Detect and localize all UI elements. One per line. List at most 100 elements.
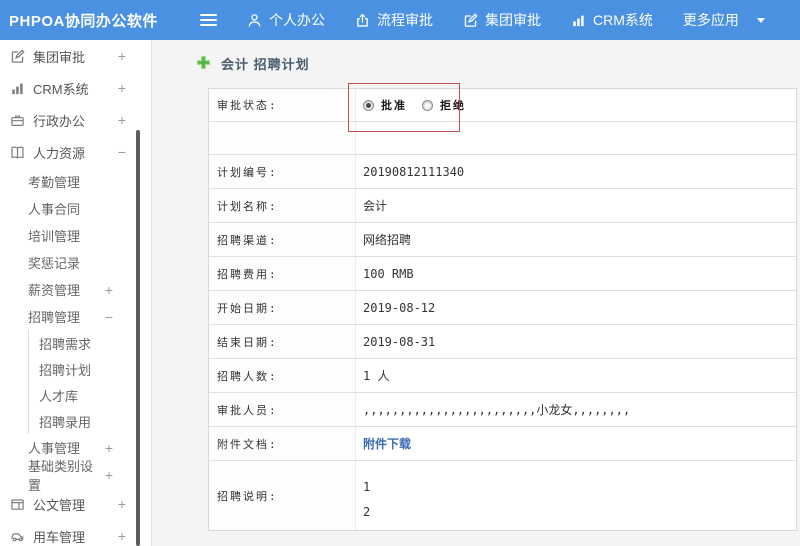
sidebar-item-label: 招聘需求 <box>39 336 92 352</box>
sidebar-item-recruit-demand[interactable]: 招聘需求 <box>28 330 151 356</box>
sidebar-item-group-approval[interactable]: 集团审批 + <box>0 40 151 72</box>
sidebar-item-reward-punishment[interactable]: 奖惩记录 <box>0 249 151 276</box>
flow-icon <box>355 13 370 28</box>
expand-icon: + <box>117 528 126 544</box>
empty-label-cell <box>209 122 356 154</box>
edit-icon <box>10 48 25 64</box>
nav-item-label: 流程审批 <box>377 12 433 28</box>
edit-icon <box>463 12 478 28</box>
caret-down-icon <box>756 17 765 23</box>
nav-item-group-approval[interactable]: 集团审批 <box>463 10 541 30</box>
field-value-recruit-channel: 网络招聘 <box>363 233 412 247</box>
main-nav: 个人办公 流程审批 集团审批 CRM系统 更多应用 <box>217 10 765 30</box>
sidebar-item-label: 薪资管理 <box>28 283 81 298</box>
sidebar-item-label: 人才库 <box>39 388 79 404</box>
page-title-text: 会计 招聘计划 <box>221 57 310 72</box>
sidebar-scrollbar[interactable] <box>136 130 140 546</box>
radio-reject-label: 拒绝 <box>440 99 466 112</box>
field-value-attachment: 附件下载 <box>356 427 796 460</box>
nav-item-crm-system[interactable]: CRM系统 <box>571 10 653 30</box>
book-icon <box>10 145 25 160</box>
doc-icon <box>10 497 25 512</box>
sidebar-item-recruit-mgmt[interactable]: 招聘管理 − <box>0 303 151 330</box>
sidebar-item-vehicle-mgmt[interactable]: 用车管理 + <box>0 520 151 546</box>
page-title: 会计 招聘计划 <box>196 54 310 73</box>
sidebar-item-label: 公文管理 <box>33 497 86 513</box>
radio-approve[interactable] <box>363 99 374 111</box>
field-value-start-date: 2019-08-12 <box>363 300 436 315</box>
field-row-approvers: 审批人员: ,,,,,,,,,,,,,,,,,,,,,,,,小龙女,,,,,,,, <box>209 393 796 427</box>
field-row-attachment: 附件文档: 附件下载 <box>209 427 796 461</box>
approval-status-value: 批准 拒绝 <box>356 89 796 121</box>
app-logo[interactable]: PHPOA协同办公软件 <box>0 10 192 31</box>
sidebar-item-label: 招聘录用 <box>39 414 92 430</box>
field-value-plan-no: 20190812111340 <box>363 164 465 179</box>
sidebar-item-label: 考勤管理 <box>28 175 81 190</box>
sidebar-item-talent-pool[interactable]: 人才库 <box>28 382 151 408</box>
radio-reject[interactable] <box>422 99 433 111</box>
attachment-download-link[interactable]: 附件下载 <box>363 435 411 452</box>
approval-button-row: 审批信息 <box>209 122 796 155</box>
expand-icon: + <box>117 80 126 96</box>
sidebar: 集团审批 + CRM系统 + 行政办公 + 人力资源 − 考勤管理 人事合同 培训管理 奖惩记录 薪资管… <box>0 40 152 546</box>
field-label-recruit-channel: 招聘渠道: <box>209 223 356 256</box>
sidebar-item-label: 用车管理 <box>33 529 86 545</box>
chart-icon <box>571 13 586 28</box>
field-row-recruit-channel: 招聘渠道: 网络招聘 <box>209 223 796 257</box>
sidebar-item-base-category-settings[interactable]: 基础类别设置 + <box>0 459 151 493</box>
sidebar-item-attendance-mgmt[interactable]: 考勤管理 <box>0 168 151 195</box>
sidebar-item-salary-mgmt[interactable]: 薪资管理 + <box>0 276 151 303</box>
sidebar-item-label: 基础类别设置 <box>28 458 94 493</box>
nav-item-label: 个人办公 <box>269 12 325 28</box>
top-navbar: PHPOA协同办公软件 个人办公 流程审批 集团审批 CRM系统 更多应用 <box>0 0 800 40</box>
collapse-icon: − <box>117 144 126 160</box>
sidebar-item-recruit-plan[interactable]: 招聘计划 <box>28 356 151 382</box>
field-value-recruit-desc: 1 2 <box>363 480 371 519</box>
field-label-recruit-desc: 招聘说明: <box>209 461 356 530</box>
expand-icon: + <box>117 496 126 512</box>
sidebar-item-label: 招聘计划 <box>39 362 92 378</box>
field-rows: 计划编号: 20190812111340 计划名称: 会计 招聘渠道: 网络招聘 招聘费用:… <box>209 155 796 530</box>
sidebar-item-label: 集团审批 <box>33 49 86 65</box>
sidebar-item-label: 招聘管理 <box>28 310 81 325</box>
field-value-end-date: 2019-08-31 <box>363 334 436 349</box>
field-row-plan-no: 计划编号: 20190812111340 <box>209 155 796 189</box>
sidebar-item-human-resources[interactable]: 人力资源 − <box>0 136 151 168</box>
nav-item-personal-office[interactable]: 个人办公 <box>247 10 325 30</box>
approval-button-cell: 审批信息 <box>356 122 796 154</box>
sidebar-item-training-mgmt[interactable]: 培训管理 <box>0 222 151 249</box>
sidebar-item-hr-contract[interactable]: 人事合同 <box>0 195 151 222</box>
field-label-start-date: 开始日期: <box>209 291 356 324</box>
sidebar-item-crm-system[interactable]: CRM系统 + <box>0 72 151 104</box>
nav-item-label: CRM系统 <box>593 12 653 28</box>
menu-toggle-icon[interactable] <box>200 11 217 29</box>
field-label-recruit-cost: 招聘费用: <box>209 257 356 290</box>
nav-item-workflow-approval[interactable]: 流程审批 <box>355 10 433 30</box>
approval-status-row: 审批状态: 批准 拒绝 <box>209 89 796 122</box>
field-label-plan-name: 计划名称: <box>209 189 356 222</box>
expand-icon: + <box>117 112 126 128</box>
nav-item-label: 集团审批 <box>485 12 541 28</box>
field-label-approval-status: 审批状态: <box>209 89 356 121</box>
sidebar-item-label: 行政办公 <box>33 113 86 129</box>
field-value-plan-name: 会计 <box>363 199 388 213</box>
main-layout: 集团审批 + CRM系统 + 行政办公 + 人力资源 − 考勤管理 人事合同 培训管理 奖惩记录 薪资管… <box>0 40 800 546</box>
field-row-end-date: 结束日期: 2019-08-31 <box>209 325 796 359</box>
field-value-approvers: ,,,,,,,,,,,,,,,,,,,,,,,,小龙女,,,,,,,, <box>363 403 631 417</box>
nav-item-label: 更多应用 <box>682 12 739 28</box>
car-icon <box>10 529 25 544</box>
sidebar-item-label: 奖惩记录 <box>28 256 81 271</box>
sidebar-item-admin-office[interactable]: 行政办公 + <box>0 104 151 136</box>
add-icon <box>196 55 211 73</box>
sidebar-item-label: 人事管理 <box>28 441 81 456</box>
expand-icon: + <box>104 439 113 456</box>
radio-approve-label: 批准 <box>381 99 407 112</box>
field-label-approvers: 审批人员: <box>209 393 356 426</box>
sidebar-item-recruit-hire[interactable]: 招聘录用 <box>28 408 151 434</box>
field-row-recruit-count: 招聘人数: 1 人 <box>209 359 796 393</box>
nav-item-more-apps[interactable]: 更多应用 <box>683 10 765 30</box>
chart-icon <box>10 81 25 96</box>
field-label-attachment: 附件文档: <box>209 427 356 460</box>
expand-icon: + <box>104 281 113 298</box>
user-icon <box>247 13 262 28</box>
